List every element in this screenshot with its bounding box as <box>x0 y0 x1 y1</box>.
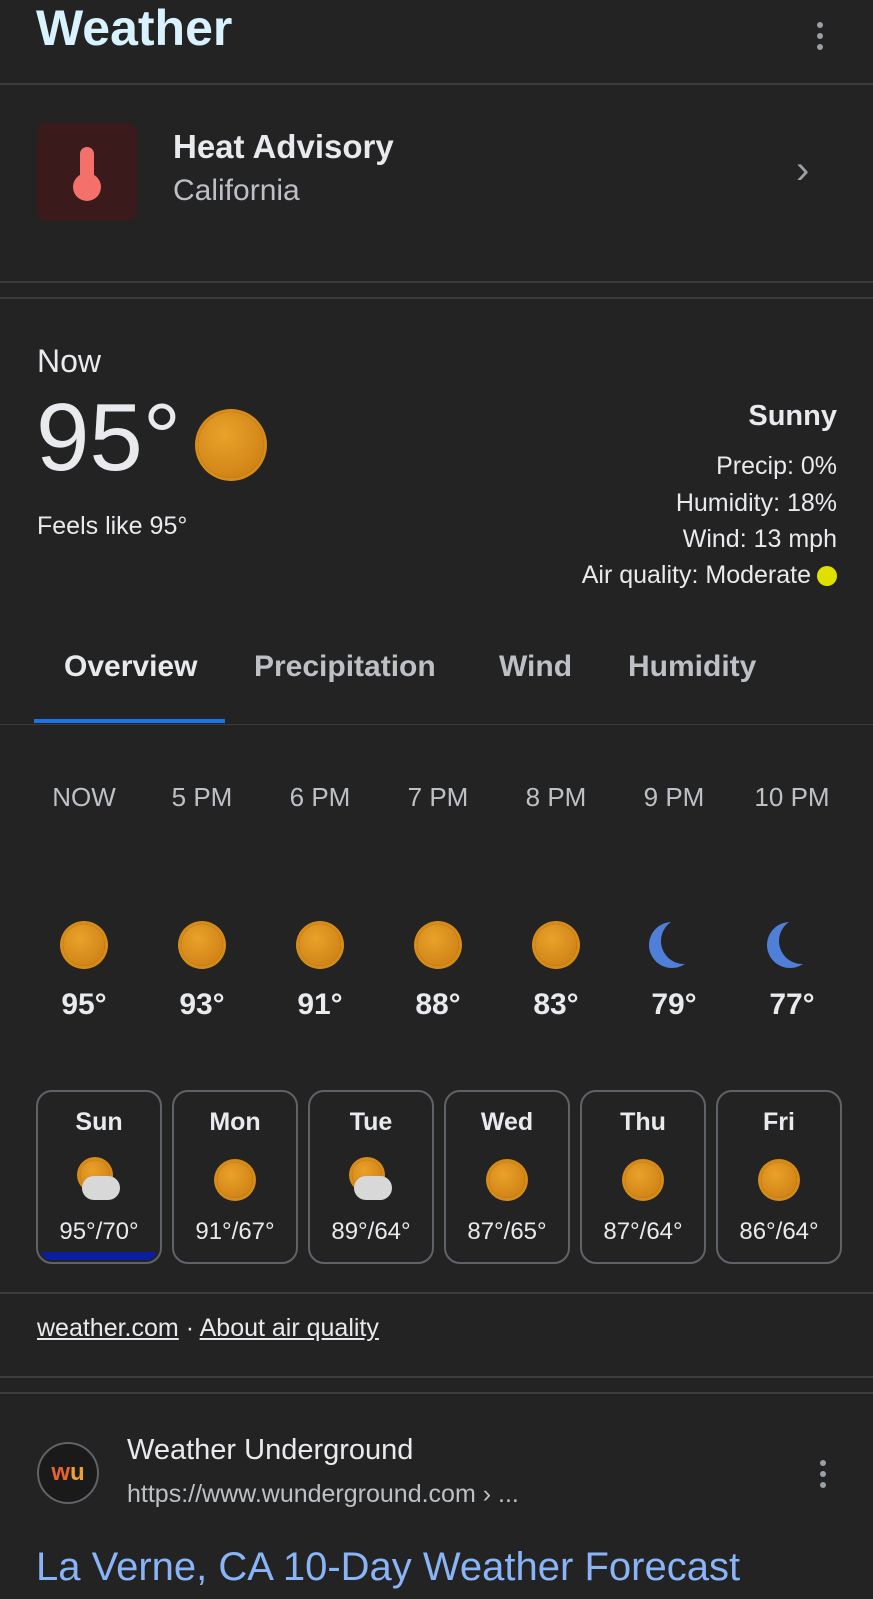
page-title: Weather <box>36 0 233 56</box>
divider <box>0 1392 873 1394</box>
day-card[interactable]: Tue 89°/64° <box>308 1090 434 1264</box>
current-temp: 95° <box>36 384 182 491</box>
day-name: Thu <box>620 1108 666 1136</box>
hour-label: 5 PM <box>171 782 233 812</box>
result-title-link[interactable]: La Verne, CA 10-Day Weather Forecast <box>36 1545 836 1590</box>
thermometer-icon <box>37 123 137 221</box>
hour-temp: 91° <box>297 988 343 1021</box>
day-temps: 89°/64° <box>331 1218 411 1245</box>
heat-advisory-alert[interactable]: Heat Advisory California › <box>0 86 873 280</box>
day-temps: 95°/70° <box>59 1218 139 1245</box>
hour-label: NOW <box>52 782 116 812</box>
sun-icon <box>535 924 577 966</box>
wind: Wind: 13 mph <box>682 525 837 553</box>
hour-label: 8 PM <box>525 782 587 812</box>
air-quality: Air quality: Moderate <box>581 561 811 589</box>
day-name: Mon <box>209 1108 261 1136</box>
partly-cloudy-icon <box>76 1160 122 1204</box>
divider <box>0 281 873 283</box>
sun-icon <box>625 1162 661 1198</box>
divider <box>0 83 873 85</box>
tab-precipitation[interactable]: Precipitation <box>254 650 436 684</box>
more-options-icon[interactable] <box>817 22 823 50</box>
result-url[interactable]: https://www.wunderground.com › ... <box>127 1480 519 1509</box>
day-name: Wed <box>480 1108 534 1136</box>
hour-temp: 77° <box>769 988 815 1021</box>
now-label: Now <box>37 343 102 379</box>
alert-subtitle: California <box>173 174 300 207</box>
tab-overview[interactable]: Overview <box>64 650 197 684</box>
day-name: Sun <box>75 1108 123 1136</box>
sun-icon <box>761 1162 797 1198</box>
precip: Precip: 0% <box>716 452 837 480</box>
day-temps: 91°/67° <box>195 1218 275 1245</box>
about-air-quality-link[interactable]: About air quality <box>200 1314 379 1342</box>
footer-links: weather.com · About air quality <box>37 1314 379 1343</box>
selected-indicator <box>42 1252 156 1260</box>
air-quality-dot <box>817 566 837 586</box>
moon-icon <box>649 920 699 970</box>
hour-temp: 79° <box>651 988 697 1021</box>
sun-icon <box>217 1162 253 1198</box>
divider <box>0 1376 873 1378</box>
hour-label: 10 PM <box>754 782 830 812</box>
day-card[interactable]: Sun 95°/70° <box>36 1090 162 1264</box>
day-temps: 86°/64° <box>739 1218 819 1245</box>
sun-icon <box>489 1162 525 1198</box>
sun-icon <box>417 924 459 966</box>
result-site[interactable]: Weather Underground <box>127 1434 413 1467</box>
sun-icon <box>299 924 341 966</box>
wunderground-logo: wu <box>37 1442 99 1504</box>
day-card[interactable]: Wed 87°/65° <box>444 1090 570 1264</box>
tab-wind[interactable]: Wind <box>499 650 572 684</box>
divider <box>0 1292 873 1294</box>
hour-temp: 95° <box>61 988 107 1021</box>
day-card[interactable]: Fri 86°/64° <box>716 1090 842 1264</box>
hour-temp: 88° <box>415 988 461 1021</box>
tab-humidity[interactable]: Humidity <box>628 650 756 684</box>
weather-com-link[interactable]: weather.com <box>37 1314 179 1342</box>
sun-icon <box>181 924 223 966</box>
result-more-icon[interactable] <box>820 1460 826 1488</box>
divider <box>0 297 873 299</box>
hour-temp: 83° <box>533 988 579 1021</box>
day-name: Fri <box>763 1108 795 1136</box>
day-temps: 87°/65° <box>467 1218 547 1245</box>
hour-label: 9 PM <box>643 782 705 812</box>
feels-like: Feels like 95° <box>37 512 188 540</box>
sun-icon <box>198 412 264 478</box>
day-temps: 87°/64° <box>603 1218 683 1245</box>
hour-temp: 93° <box>179 988 225 1021</box>
partly-cloudy-icon <box>348 1160 394 1204</box>
separator: · <box>185 1314 195 1342</box>
alert-title: Heat Advisory <box>173 128 394 165</box>
active-tab-indicator <box>34 719 225 723</box>
day-name: Tue <box>349 1108 393 1136</box>
moon-icon <box>767 920 817 970</box>
chevron-right-icon: › <box>796 148 810 192</box>
sun-icon <box>63 924 105 966</box>
divider <box>0 724 873 725</box>
humidity: Humidity: 18% <box>675 489 837 517</box>
hour-label: 6 PM <box>289 782 351 812</box>
hour-label: 7 PM <box>407 782 469 812</box>
condition: Sunny <box>748 400 837 432</box>
day-card[interactable]: Thu 87°/64° <box>580 1090 706 1264</box>
day-card[interactable]: Mon 91°/67° <box>172 1090 298 1264</box>
